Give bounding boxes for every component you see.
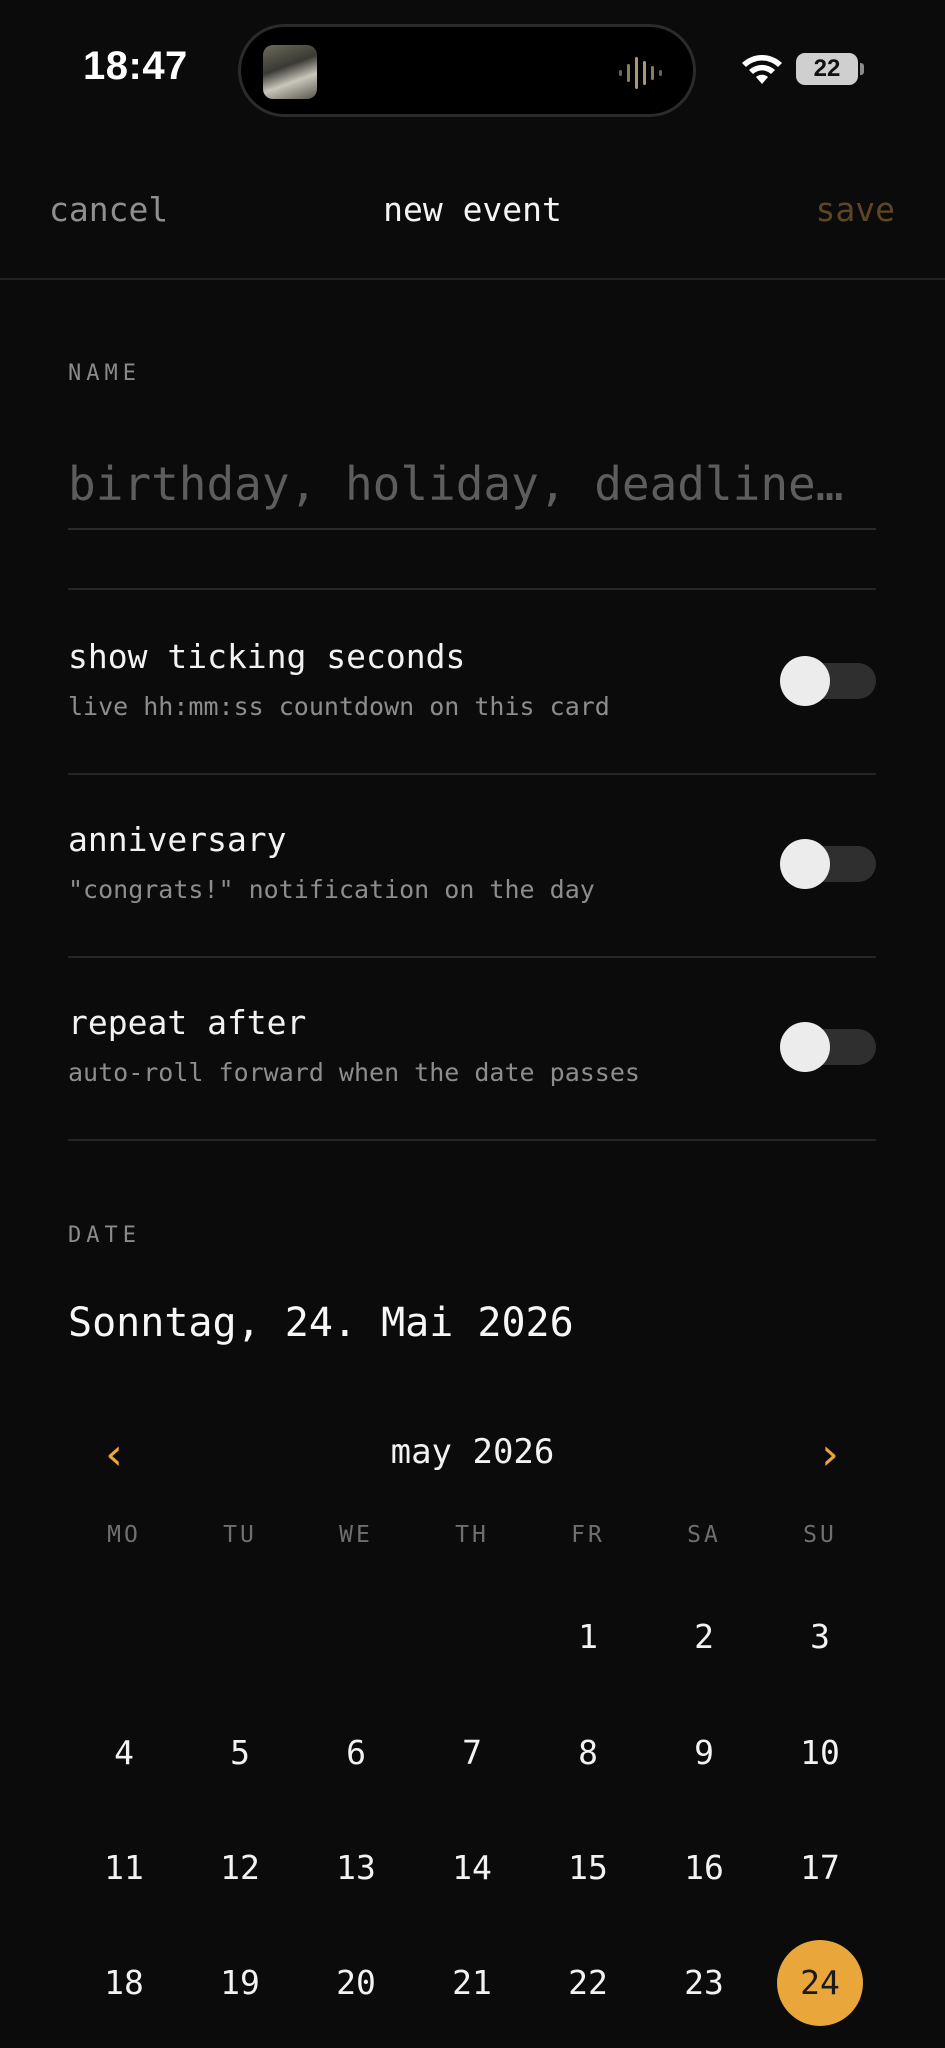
calendar-day[interactable]: 17 (777, 1825, 863, 1911)
page-title: new event (383, 190, 562, 229)
calendar-day[interactable]: 14 (429, 1825, 515, 1911)
toggle-subtitle: live hh:mm:ss countdown on this card (68, 692, 610, 721)
calendar-day[interactable]: 3 (777, 1594, 863, 1680)
status-time: 18:47 (83, 44, 188, 88)
toggle-title: anniversary (68, 820, 287, 859)
repeat-after-switch[interactable] (780, 1022, 876, 1072)
calendar-day[interactable]: 16 (661, 1825, 747, 1911)
switch-knob (780, 656, 830, 706)
anniversary-switch[interactable] (780, 839, 876, 889)
now-playing-artwork (263, 45, 317, 99)
weekday-label: SU (803, 1522, 837, 1548)
toggle-title: repeat after (68, 1003, 307, 1042)
nav-header: cancel new event save (0, 140, 945, 280)
toggle-subtitle: "congrats!" notification on the day (68, 875, 595, 904)
calendar-day[interactable]: 22 (545, 1940, 631, 2026)
calendar-day[interactable]: 1 (545, 1594, 631, 1680)
weekday-label: FR (571, 1522, 605, 1548)
calendar-day[interactable]: 6 (313, 1710, 399, 1796)
weekday-label: WE (339, 1522, 373, 1548)
toggle-title: show ticking seconds (68, 637, 466, 676)
audio-waveform-icon (619, 57, 662, 89)
calendar-day[interactable]: 23 (661, 1940, 747, 2026)
battery-indicator: 22 (796, 53, 864, 85)
calendar-day-selected[interactable]: 24 (777, 1940, 863, 2026)
calendar-day[interactable]: 11 (81, 1825, 167, 1911)
calendar-day[interactable]: 5 (197, 1710, 283, 1796)
calendar-day[interactable]: 9 (661, 1710, 747, 1796)
ticking-seconds-switch[interactable] (780, 656, 876, 706)
switch-knob (780, 1022, 830, 1072)
event-name-input[interactable] (68, 440, 876, 530)
calendar-day[interactable]: 15 (545, 1825, 631, 1911)
toggle-row-repeat-after: repeat after auto-roll forward when the … (68, 956, 876, 1138)
weekday-label: MO (107, 1522, 141, 1548)
calendar-day[interactable]: 19 (197, 1940, 283, 2026)
save-button[interactable]: save (816, 190, 895, 229)
status-bar: 18:47 22 (0, 0, 945, 140)
divider (68, 1139, 876, 1141)
toggle-row-anniversary: anniversary "congrats!" notification on … (68, 773, 876, 955)
switch-knob (780, 839, 830, 889)
calendar-day[interactable]: 7 (429, 1710, 515, 1796)
calendar-day[interactable]: 20 (313, 1940, 399, 2026)
selected-date-text: Sonntag, 24. Mai 2026 (68, 1300, 574, 1346)
chevron-right-icon[interactable]: › (800, 1430, 860, 1480)
calendar-day[interactable]: 2 (661, 1594, 747, 1680)
calendar-day[interactable]: 13 (313, 1825, 399, 1911)
toggle-subtitle: auto-roll forward when the date passes (68, 1058, 640, 1087)
calendar-day[interactable]: 21 (429, 1940, 515, 2026)
calendar-day[interactable]: 18 (81, 1940, 167, 2026)
dynamic-island[interactable] (238, 24, 696, 117)
calendar-day[interactable]: 8 (545, 1710, 631, 1796)
weekday-label: TH (455, 1522, 489, 1548)
wifi-icon (742, 55, 782, 84)
calendar-day[interactable]: 12 (197, 1825, 283, 1911)
date-section-label: DATE (68, 1223, 141, 1248)
calendar-day[interactable]: 10 (777, 1710, 863, 1796)
calendar-day[interactable]: 4 (81, 1710, 167, 1796)
weekday-label: SA (687, 1522, 721, 1548)
weekday-label: TU (223, 1522, 257, 1548)
toggle-row-ticking-seconds: show ticking seconds live hh:mm:ss count… (68, 590, 876, 772)
name-section-label: NAME (68, 361, 141, 386)
